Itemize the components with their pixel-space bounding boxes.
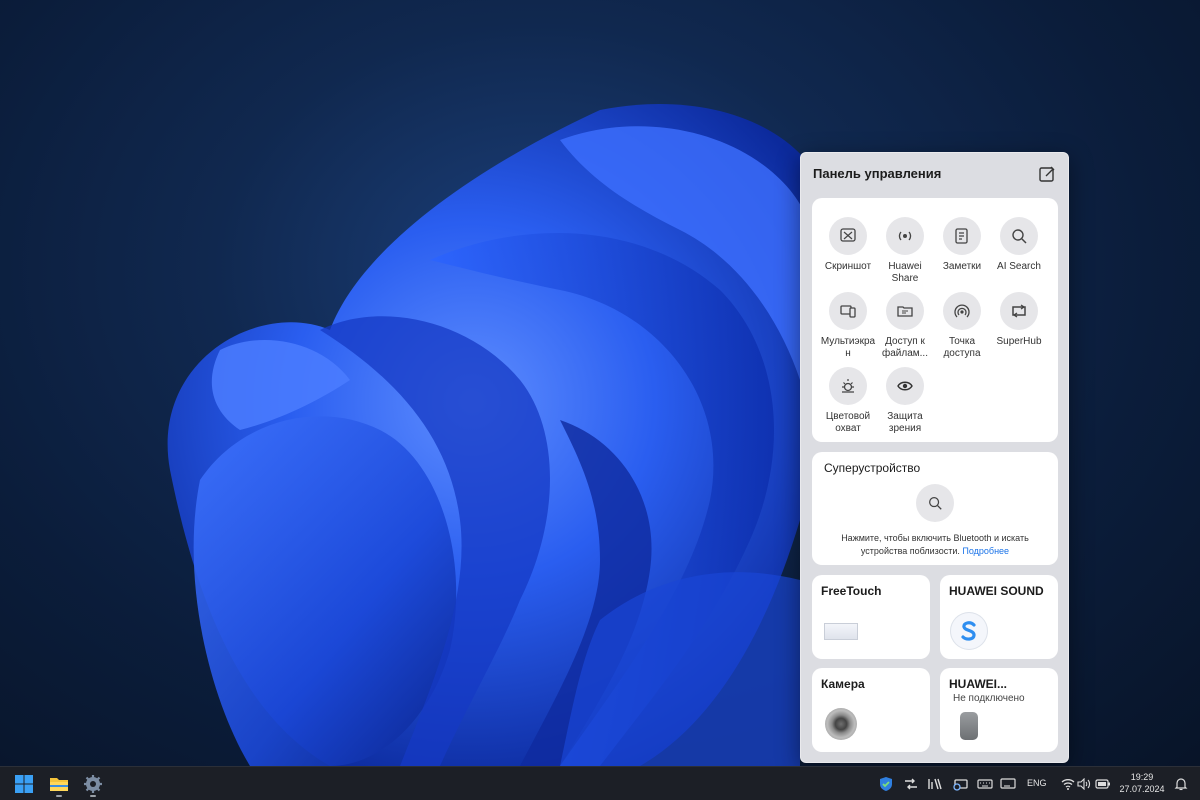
color-gamut-icon [829, 367, 867, 405]
tile-label: Цветовой охват [825, 411, 871, 434]
tile-file-access[interactable]: Доступ к файлам... [877, 292, 933, 360]
device-title: HUAWEI SOUND [949, 584, 1044, 598]
panel-header: Панель управления [801, 153, 1068, 193]
search-icon [1000, 217, 1038, 255]
camera-lens-image [825, 708, 857, 740]
huawei-sound-logo-icon [950, 612, 988, 650]
tile-label: Скриншот [824, 261, 872, 272]
superhub-icon [1000, 292, 1038, 330]
superdevice-hint: Нажмите, чтобы включить Bluetooth и иска… [822, 532, 1048, 558]
clock[interactable]: 19:29 27.07.2024 [1116, 772, 1168, 795]
tile-label: Точка доступа [943, 336, 981, 359]
volume-icon[interactable] [1075, 775, 1093, 793]
clock-date: 27.07.2024 [1119, 784, 1165, 794]
huawei-share-icon [886, 217, 924, 255]
tile-color-gamut[interactable]: Цветовой охват [820, 367, 876, 435]
language-indicator[interactable]: ENG [1027, 778, 1047, 788]
taskbar: ENG 19:29 27.07.2024 [0, 766, 1200, 800]
tile-huawei-share[interactable]: Huawei Share [877, 217, 933, 285]
tile-label: Доступ к файлам... [882, 336, 928, 359]
device-title: FreeTouch [821, 584, 882, 598]
device-card-huawei[interactable]: HUAWEI... Не подключено [940, 668, 1058, 752]
device-card-freetouch[interactable]: FreeTouch [812, 575, 930, 659]
superdevice-title: Суперустройство [824, 461, 921, 475]
battery-icon[interactable] [1094, 775, 1112, 793]
windows-start-icon[interactable] [10, 771, 38, 797]
edit-icon[interactable] [1038, 165, 1056, 183]
screen-icon[interactable] [999, 775, 1017, 793]
eye-icon [886, 367, 924, 405]
security-shield-icon[interactable] [877, 775, 895, 793]
file-explorer-icon[interactable] [45, 771, 73, 797]
learn-more-link[interactable]: Подробнее [962, 546, 1009, 556]
tile-label: Huawei Share [888, 261, 922, 284]
device-image [960, 712, 978, 740]
device-card-camera[interactable]: Камера [812, 668, 930, 752]
tile-hotspot[interactable]: Точка доступа [934, 292, 990, 360]
tile-notes[interactable]: Заметки [934, 217, 990, 273]
device-title: Камера [821, 677, 865, 691]
tile-label: Защита зрения [887, 411, 923, 434]
tile-label: AI Search [997, 261, 1041, 272]
running-indicator [56, 795, 62, 797]
notes-icon [943, 217, 981, 255]
superdevice-card: Суперустройство Нажмите, чтобы включить … [812, 452, 1058, 565]
tile-eye-protection[interactable]: Защита зрения [877, 367, 933, 435]
search-icon[interactable] [916, 484, 954, 522]
tile-ai-search[interactable]: AI Search [991, 217, 1047, 273]
tile-label: Мультиэкран [820, 336, 876, 359]
multiscreen-icon [829, 292, 867, 330]
panel-title: Панель управления [813, 166, 942, 181]
touchpad-image [824, 623, 858, 640]
settings-icon[interactable] [79, 771, 107, 797]
screenshot-icon [829, 217, 867, 255]
tile-screenshot[interactable]: Скриншот [820, 217, 876, 273]
switch-icon[interactable] [902, 775, 920, 793]
control-panel: Панель управления Скриншот Huawei Share … [800, 152, 1069, 763]
tile-superhub[interactable]: SuperHub [991, 292, 1047, 348]
tile-multiscreen[interactable]: Мультиэкран [820, 292, 876, 360]
keyboard-icon[interactable] [976, 775, 994, 793]
notifications-icon[interactable] [1172, 775, 1190, 793]
display-sync-icon[interactable] [951, 775, 969, 793]
hotspot-icon [943, 292, 981, 330]
tile-label: SuperHub [996, 336, 1042, 347]
huawei-hub-icon[interactable] [926, 775, 944, 793]
file-access-icon [886, 292, 924, 330]
running-indicator [90, 795, 96, 797]
quick-settings-card: Скриншот Huawei Share Заметки AI Search [812, 198, 1058, 442]
device-status: Не подключено [953, 693, 1025, 704]
clock-time: 19:29 [1130, 772, 1154, 782]
device-card-huawei-sound[interactable]: HUAWEI SOUND [940, 575, 1058, 659]
tile-label: Заметки [942, 261, 982, 272]
device-title: HUAWEI... [949, 677, 1008, 691]
